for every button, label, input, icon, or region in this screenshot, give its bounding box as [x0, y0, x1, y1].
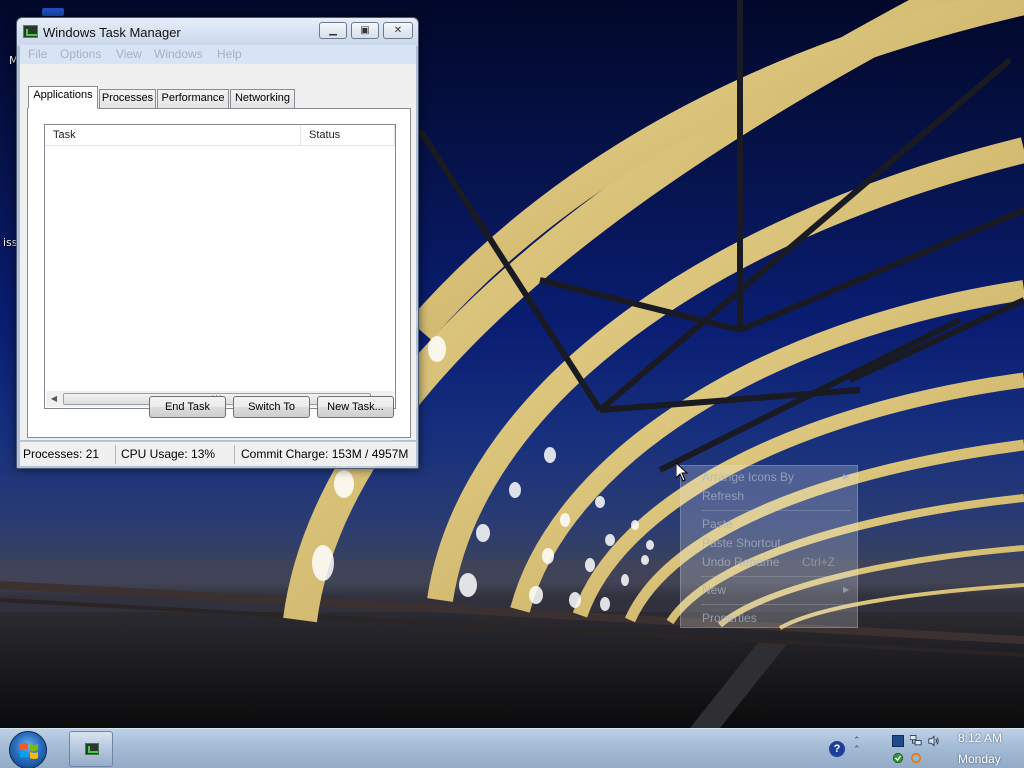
- status-separator: [234, 445, 235, 464]
- menu-item-paste-shortcut[interactable]: Paste Shortcut: [702, 536, 781, 550]
- end-task-button[interactable]: End Task: [149, 396, 226, 418]
- minimize-icon: ▁: [329, 25, 337, 36]
- tab-processes[interactable]: Processes: [99, 89, 156, 108]
- help-icon[interactable]: ?: [829, 741, 845, 757]
- task-manager-icon: [85, 743, 99, 755]
- window-client-area: Applications Processes Performance Netwo…: [20, 64, 416, 440]
- menu-item-new[interactable]: New: [702, 583, 726, 597]
- close-icon: ✕: [393, 25, 403, 36]
- status-cpu-usage: CPU Usage: 13%: [121, 447, 216, 461]
- status-commit-charge: Commit Charge: 153M / 4957M: [241, 447, 409, 461]
- new-task-button[interactable]: New Task...: [317, 396, 394, 418]
- task-list[interactable]: Task Status ◀ ||| ▶: [44, 124, 396, 409]
- menu-windows[interactable]: Windows: [154, 47, 203, 61]
- start-button[interactable]: [9, 731, 47, 768]
- menu-item-paste[interactable]: Paste: [702, 517, 733, 531]
- menu-item-undo-rename[interactable]: Undo Rename: [702, 555, 779, 569]
- network-icon[interactable]: [910, 735, 922, 747]
- title-bar[interactable]: Windows Task Manager ▁ ▣ ✕: [17, 18, 418, 46]
- menu-file[interactable]: File: [28, 47, 47, 61]
- security-icon[interactable]: [892, 752, 904, 764]
- clock-time[interactable]: 8:12 AM: [958, 731, 1002, 745]
- taskbar: ? ⌃ ⌃ 8:12 AM Monday: [0, 728, 1024, 768]
- update-icon[interactable]: [910, 752, 922, 764]
- status-separator: [115, 445, 116, 464]
- column-header-status[interactable]: Status: [301, 125, 395, 146]
- applications-tab-panel: Task Status ◀ ||| ▶ End Task Switch To N…: [27, 108, 411, 438]
- menu-item-arrange-icons-by[interactable]: Arrange Icons By: [702, 470, 794, 484]
- notification-area: [888, 732, 950, 766]
- submenu-arrow-icon: ▶: [843, 585, 850, 594]
- clock-day[interactable]: Monday: [958, 752, 1001, 766]
- status-processes: Processes: 21: [23, 447, 100, 461]
- tab-performance[interactable]: Performance: [157, 89, 229, 108]
- menu-separator: [701, 510, 851, 511]
- windows-logo-icon: [20, 743, 38, 759]
- taskbar-button-task-manager[interactable]: [69, 731, 113, 767]
- volume-icon[interactable]: [928, 735, 940, 747]
- switch-to-button[interactable]: Switch To: [233, 396, 310, 418]
- window-title: Windows Task Manager: [43, 25, 181, 40]
- menu-item-refresh[interactable]: Refresh: [702, 489, 744, 503]
- menu-separator: [701, 576, 851, 577]
- desktop-square-icon[interactable]: [892, 735, 904, 747]
- menu-item-properties[interactable]: Properties: [702, 611, 757, 625]
- task-manager-icon: [23, 25, 38, 38]
- scroll-left-arrow-icon[interactable]: ◀: [46, 391, 62, 407]
- column-header-task[interactable]: Task: [45, 125, 301, 146]
- close-button[interactable]: ✕: [383, 22, 413, 39]
- desktop-icon-fragment[interactable]: [42, 8, 64, 16]
- status-bar: Processes: 21 CPU Usage: 13% Commit Char…: [20, 441, 416, 466]
- menu-view[interactable]: View: [116, 47, 142, 61]
- task-manager-window[interactable]: Windows Task Manager ▁ ▣ ✕ File Options …: [16, 17, 419, 469]
- menu-help[interactable]: Help: [217, 47, 242, 61]
- mouse-pointer-icon: [676, 463, 688, 482]
- menu-separator: [701, 604, 851, 605]
- menu-bar: File Options View Windows Help: [20, 45, 416, 64]
- minimize-button[interactable]: ▁: [319, 22, 347, 39]
- menu-options[interactable]: Options: [60, 47, 101, 61]
- maximize-icon: ▣: [360, 25, 370, 36]
- submenu-arrow-icon: ▶: [843, 472, 850, 481]
- tab-networking[interactable]: Networking: [230, 89, 295, 108]
- desktop-context-menu[interactable]: Arrange Icons By ▶ Refresh Paste Paste S…: [680, 465, 858, 628]
- maximize-button[interactable]: ▣: [351, 22, 379, 39]
- tab-applications[interactable]: Applications: [28, 86, 98, 109]
- menu-item-shortcut: Ctrl+Z: [802, 555, 835, 569]
- tray-chevron-icon[interactable]: ⌃ ⌃: [853, 737, 861, 755]
